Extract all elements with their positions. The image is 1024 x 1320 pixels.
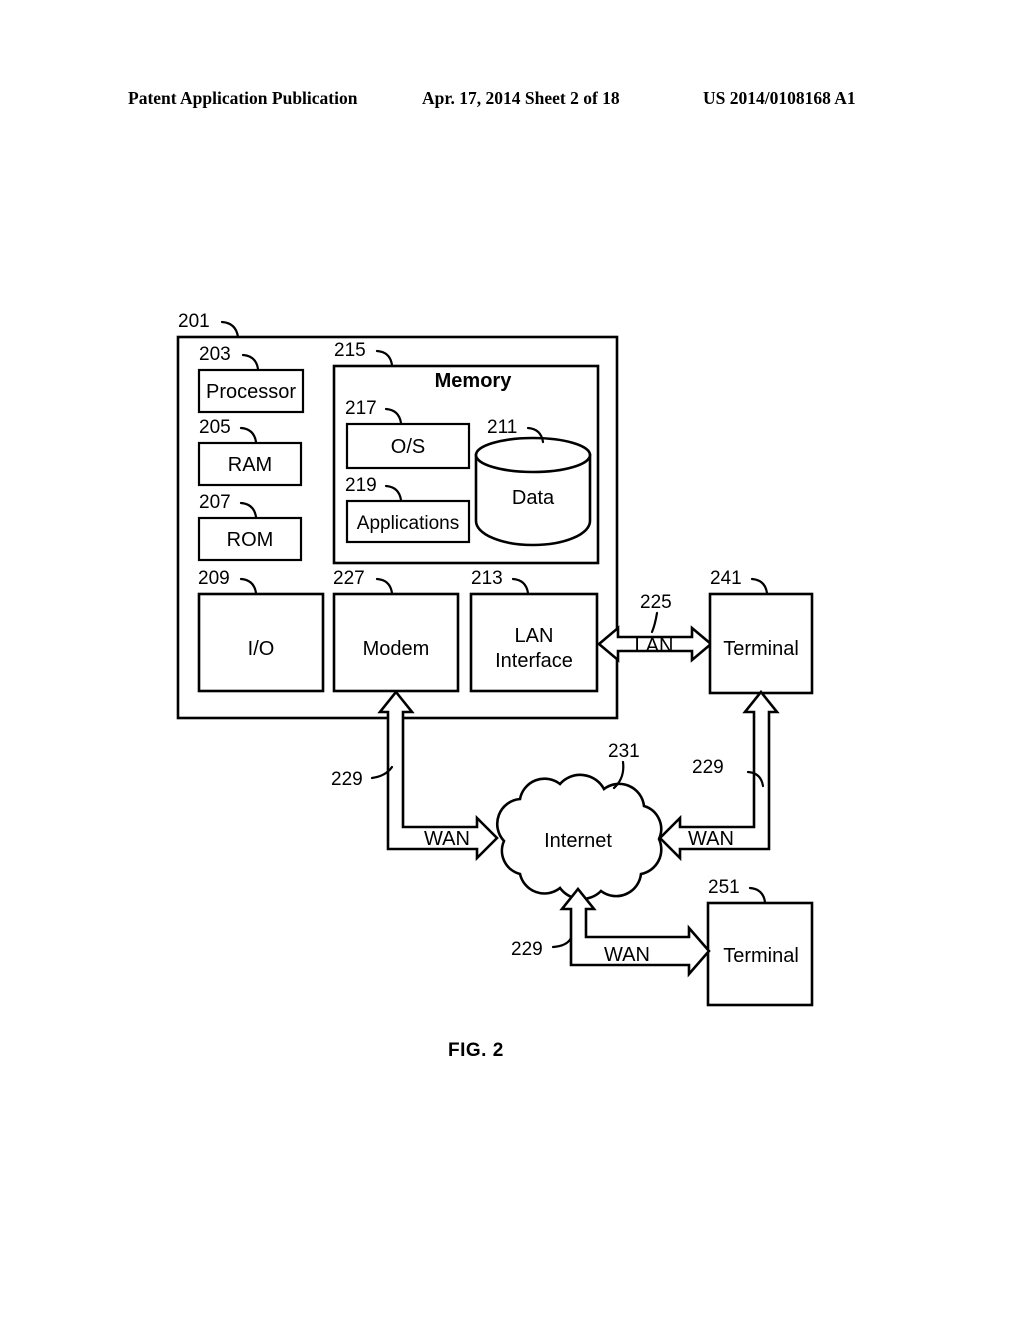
ref-227: 227 [333,568,365,589]
ref-201: 201 [178,311,210,332]
leader-251 [748,886,767,904]
data-label: Data [512,487,555,509]
memory-label: Memory [435,370,513,392]
lan-interface-label-line2: Interface [495,650,573,672]
ref-229-modem: 229 [331,769,363,790]
terminal-241-label: Terminal [723,638,799,660]
ref-217: 217 [345,398,377,419]
ref-241: 241 [710,568,742,589]
ref-203: 203 [199,344,231,365]
ref-225: 225 [640,592,672,613]
wan-terminal-251-label: WAN [604,944,650,966]
figure-2-diagram: 201 203 Processor 205 RAM 207 ROM 215 Me… [176,311,814,1007]
patent-page: Patent Application Publication Apr. 17, … [0,0,1024,1320]
processor-label: Processor [206,381,296,403]
applications-label: Applications [357,513,459,534]
leader-241 [750,577,769,595]
leader-201 [220,320,240,339]
ref-207: 207 [199,492,231,513]
terminal-251-label: Terminal [723,945,799,967]
ref-211: 211 [487,417,517,438]
ref-205: 205 [199,417,231,438]
ref-229-terminal-241: 229 [692,757,724,778]
wan-terminal-241-label: WAN [688,828,734,850]
ref-251: 251 [708,877,740,898]
ref-219: 219 [345,475,377,496]
leader-229-terminal-251 [551,936,573,949]
ref-231: 231 [608,741,640,762]
internet-label: Internet [544,830,612,852]
os-label: O/S [391,436,425,458]
lan-interface-label-line1: LAN [515,625,554,647]
leader-225 [650,611,659,634]
figure-caption: FIG. 2 [448,1040,504,1061]
ref-209: 209 [198,568,230,589]
ram-label: RAM [228,454,272,476]
lan-link-label: LAN [635,635,674,657]
ref-215: 215 [334,340,366,361]
ref-229-terminal-251: 229 [511,939,543,960]
wan-modem-label: WAN [424,828,470,850]
io-label: I/O [248,638,275,660]
ref-213: 213 [471,568,503,589]
modem-label: Modem [363,638,430,660]
rom-label: ROM [227,529,274,551]
